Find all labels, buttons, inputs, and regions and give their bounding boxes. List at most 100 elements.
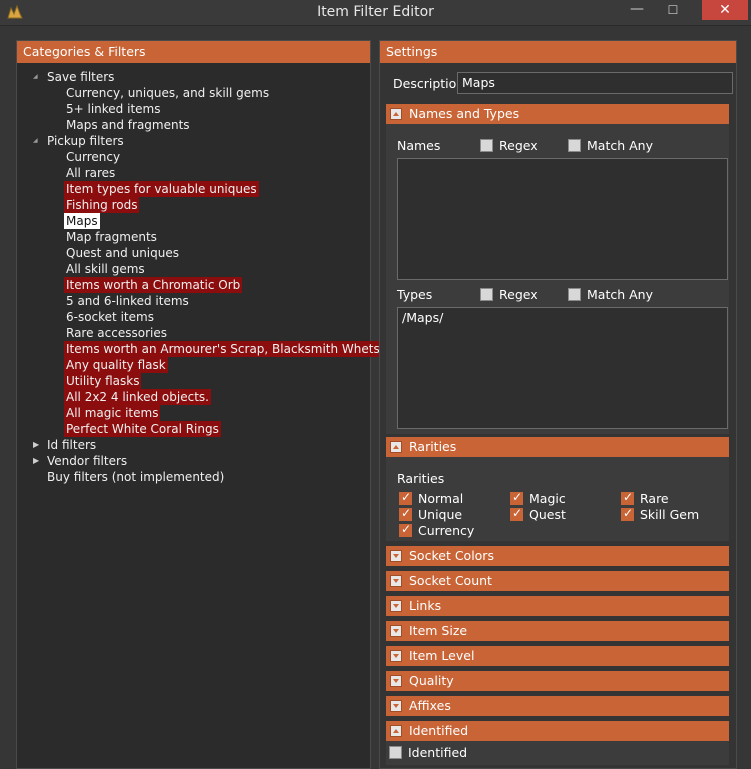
- tree-item[interactable]: Perfect White Coral Rings: [64, 421, 221, 437]
- names-regex-checkbox[interactable]: [480, 139, 493, 152]
- names-label: Names: [397, 138, 441, 153]
- tree-item[interactable]: Id filters: [45, 437, 98, 453]
- tree-item[interactable]: All rares: [64, 165, 117, 181]
- tree-item[interactable]: Maps: [64, 213, 100, 229]
- tree-item[interactable]: Items worth an Armourer's Scrap, Blacksm…: [64, 341, 409, 357]
- collapse-toggle-icon[interactable]: [390, 441, 402, 453]
- rarities-label: Rarities: [397, 471, 445, 486]
- names-and-types-header[interactable]: Names and Types: [386, 104, 729, 124]
- expand-toggle-icon[interactable]: [390, 675, 402, 687]
- rarity-checkbox[interactable]: [399, 490, 412, 505]
- maximize-button[interactable]: ☐: [658, 0, 688, 20]
- description-label: Description: [393, 76, 465, 91]
- rarity-label: Skill Gem: [640, 507, 700, 522]
- names-match-any-checkbox[interactable]: [568, 139, 581, 152]
- section-title: Rarities: [409, 439, 457, 454]
- tree-item[interactable]: Buy filters (not implemented): [45, 469, 226, 485]
- tree-item[interactable]: Pickup filters: [45, 133, 126, 149]
- rarities-header[interactable]: Rarities: [386, 437, 729, 457]
- rarity-label: Rare: [640, 491, 669, 506]
- section-header[interactable]: Item Size: [386, 621, 729, 641]
- tree-item[interactable]: Items worth a Chromatic Orb: [64, 277, 243, 293]
- rarity-label: Quest: [529, 507, 566, 522]
- identified-label: Identified: [408, 745, 468, 760]
- section-title: Affixes: [409, 698, 451, 713]
- tree-item[interactable]: Rare accessories: [64, 325, 169, 341]
- section-header[interactable]: Socket Colors: [386, 546, 729, 566]
- tree-item[interactable]: Any quality flask: [64, 357, 168, 373]
- collapse-toggle-icon[interactable]: [390, 725, 402, 737]
- tree-item[interactable]: 5 and 6-linked items: [64, 293, 191, 309]
- types-label: Types: [397, 287, 433, 302]
- rarity-label: Magic: [529, 491, 566, 506]
- tree-item[interactable]: Item types for valuable uniques: [64, 181, 259, 197]
- rarity-checkbox[interactable]: [621, 506, 634, 521]
- section-header[interactable]: Affixes: [386, 696, 729, 716]
- expand-toggle-icon[interactable]: [390, 550, 402, 562]
- rarity-label: Unique: [418, 507, 463, 522]
- title-bar[interactable]: Item Filter Editor — ☐ ✕: [0, 0, 751, 26]
- minimize-button[interactable]: —: [622, 0, 652, 20]
- section-header[interactable]: Links: [386, 596, 729, 616]
- types-regex-label: Regex: [499, 287, 538, 302]
- rarity-checkbox[interactable]: [510, 490, 523, 505]
- section-header[interactable]: Quality: [386, 671, 729, 691]
- tree-item[interactable]: Currency, uniques, and skill gems: [64, 85, 271, 101]
- rarity-checkbox[interactable]: [399, 522, 412, 537]
- rarity-label: Normal: [418, 491, 464, 506]
- section-header[interactable]: Socket Count: [386, 571, 729, 591]
- section-title: Socket Colors: [409, 548, 494, 563]
- section-title: Names and Types: [409, 106, 520, 121]
- collapse-toggle-icon[interactable]: [390, 108, 402, 120]
- expand-toggle-icon[interactable]: [390, 650, 402, 662]
- tree-item[interactable]: Save filters: [45, 69, 116, 85]
- rarity-checkbox[interactable]: [510, 506, 523, 521]
- section-title: Item Size: [409, 623, 468, 638]
- tree-item[interactable]: 5+ linked items: [64, 101, 162, 117]
- tree-item[interactable]: Maps and fragments: [64, 117, 192, 133]
- tree-item[interactable]: All 2x2 4 linked objects.: [64, 389, 211, 405]
- expanded-arrow-icon[interactable]: ◢: [33, 133, 43, 149]
- types-textarea[interactable]: /Maps/: [397, 307, 728, 429]
- tree-item[interactable]: Quest and uniques: [64, 245, 181, 261]
- names-textarea[interactable]: [397, 158, 728, 280]
- settings-header: Settings: [380, 41, 736, 63]
- categories-panel: Categories & Filters ◢ Save filters Curren…: [16, 40, 409, 769]
- tree-item[interactable]: Utility flasks: [64, 373, 142, 389]
- collapsed-arrow-icon[interactable]: ▶: [33, 453, 43, 469]
- description-input[interactable]: Maps: [457, 72, 733, 94]
- rarity-checkbox[interactable]: [621, 490, 634, 505]
- tree-item[interactable]: 6-socket items: [64, 309, 156, 325]
- rarity-label: Currency: [418, 523, 475, 538]
- section-header[interactable]: Item Level: [386, 646, 729, 666]
- expand-toggle-icon[interactable]: [390, 575, 402, 587]
- expand-toggle-icon[interactable]: [390, 600, 402, 612]
- section-title: Quality: [409, 673, 454, 688]
- rarity-checkbox[interactable]: [399, 506, 412, 521]
- tree-item[interactable]: Vendor filters: [45, 453, 129, 469]
- close-button[interactable]: ✕: [702, 0, 748, 20]
- types-match-any-label: Match Any: [587, 287, 653, 302]
- identified-header[interactable]: Identified: [386, 721, 729, 741]
- section-title: Item Level: [409, 648, 475, 663]
- tree-item[interactable]: All magic items: [64, 405, 161, 421]
- expand-toggle-icon[interactable]: [390, 700, 402, 712]
- types-regex-checkbox[interactable]: [480, 288, 493, 301]
- types-match-any-checkbox[interactable]: [568, 288, 581, 301]
- section-title: Socket Count: [409, 573, 492, 588]
- expand-toggle-icon[interactable]: [390, 625, 402, 637]
- categories-header: Categories & Filters: [17, 41, 370, 63]
- main-window: Item Filter Editor — ☐ ✕ Categories & Fi…: [0, 0, 751, 769]
- tree-item[interactable]: Fishing rods: [64, 197, 140, 213]
- names-match-any-label: Match Any: [587, 138, 653, 153]
- section-title: Links: [409, 598, 442, 613]
- tree-item[interactable]: All skill gems: [64, 261, 147, 277]
- section-title: Identified: [409, 723, 469, 738]
- identified-checkbox[interactable]: [389, 746, 402, 759]
- tree-item[interactable]: Currency: [64, 149, 122, 165]
- collapsed-arrow-icon[interactable]: ▶: [33, 437, 43, 453]
- expanded-arrow-icon[interactable]: ◢: [33, 69, 43, 85]
- filter-tree[interactable]: ◢ Save filters Currency, uniques, and skil…: [17, 63, 409, 768]
- tree-item[interactable]: Map fragments: [64, 229, 159, 245]
- names-regex-label: Regex: [499, 138, 538, 153]
